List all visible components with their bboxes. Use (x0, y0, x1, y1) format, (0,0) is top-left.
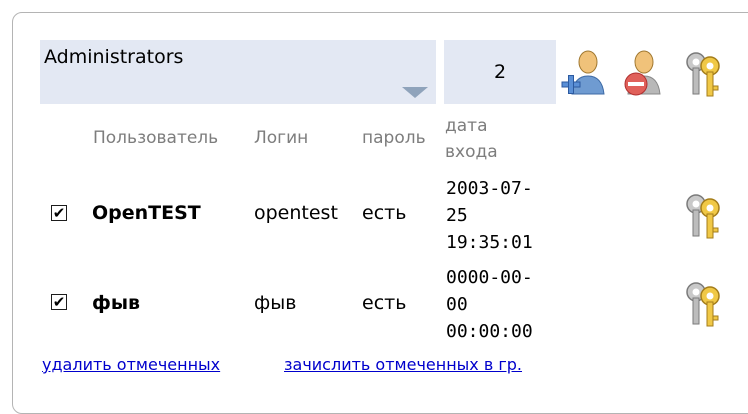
header-date-line2: входа (445, 142, 498, 162)
user-login: opentest (254, 202, 338, 224)
login-date: 2003-07- 25 19:35:01 (446, 178, 533, 253)
user-password-status: есть (362, 202, 407, 224)
login-date: 0000-00- 00 00:00:00 (446, 267, 533, 342)
user-name: фыв (92, 292, 141, 314)
remove-user-icon[interactable] (618, 48, 666, 100)
add-user-icon[interactable] (560, 48, 608, 100)
user-password-status: есть (362, 292, 407, 314)
enroll-checked-link[interactable]: зачислить отмеченных в гр. (284, 355, 522, 374)
header-login: Логин (254, 128, 309, 148)
group-select-value: Administrators (44, 46, 184, 68)
row-checkbox[interactable]: ✔ (51, 294, 67, 310)
header-password: пароль (362, 128, 426, 148)
user-login: фыв (254, 292, 297, 314)
keys-icon[interactable] (680, 278, 728, 330)
header-date-line1: дата (445, 116, 488, 136)
user-name: OpenTEST (92, 202, 201, 224)
keys-icon[interactable] (680, 190, 728, 242)
row-checkbox[interactable]: ✔ (51, 205, 67, 221)
keys-icon[interactable] (680, 48, 728, 100)
member-count: 2 (444, 40, 556, 104)
group-select[interactable]: Administrators (40, 40, 436, 104)
chevron-down-icon[interactable] (402, 87, 428, 98)
delete-checked-link[interactable]: удалить отмеченных (42, 355, 220, 374)
header-user: Пользователь (93, 128, 219, 148)
